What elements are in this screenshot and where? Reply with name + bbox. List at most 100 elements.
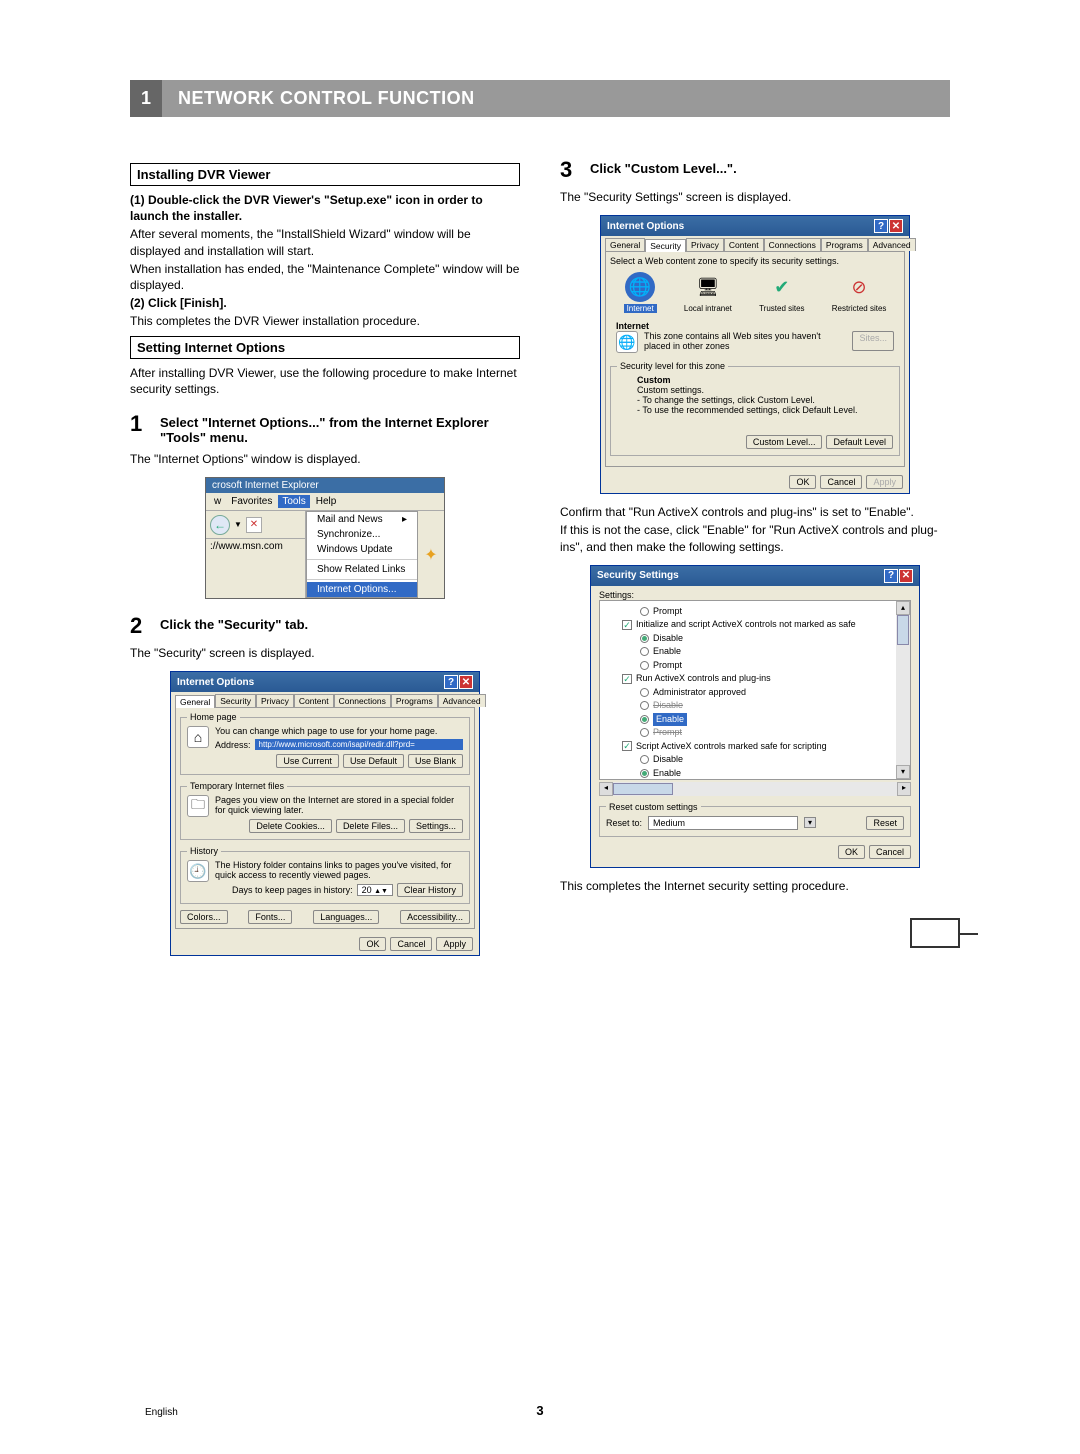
chapter-number: 1 (130, 80, 162, 117)
days-spinner[interactable]: 20 ▲▼ (357, 884, 393, 896)
zone-trusted[interactable]: ✔ Trusted sites (759, 272, 805, 313)
field-desc: The History folder contains links to pag… (215, 860, 463, 880)
languages-button[interactable]: Languages... (313, 910, 379, 924)
step-number: 1 (130, 411, 150, 445)
body-text: The "Internet Options" window is display… (130, 451, 520, 467)
fieldset-legend: History (187, 846, 221, 856)
clear-history-button[interactable]: Clear History (397, 883, 463, 897)
tabs: General Security Privacy Content Connect… (171, 692, 479, 707)
use-default-button[interactable]: Use Default (343, 754, 404, 768)
body-text: If this is not the case, click "Enable" … (560, 522, 950, 554)
cancel-button[interactable]: Cancel (869, 845, 911, 859)
tab-privacy[interactable]: Privacy (256, 694, 294, 707)
apply-button[interactable]: Apply (436, 937, 473, 951)
tab-general[interactable]: General (175, 695, 215, 708)
colors-button[interactable]: Colors... (180, 910, 228, 924)
subsection-title: Setting Internet Options (130, 336, 520, 359)
stop-icon[interactable]: ✕ (246, 517, 262, 533)
menu-item-internet-options[interactable]: Internet Options... (307, 582, 417, 597)
custom-line: - To use the recommended settings, click… (637, 405, 893, 415)
tab-advanced[interactable]: Advanced (438, 694, 486, 707)
tab-general[interactable]: General (605, 238, 645, 251)
menu-item[interactable]: w (210, 495, 225, 508)
check-icon: ✔ (767, 272, 797, 302)
right-column: 3 Click "Custom Level...". The "Security… (560, 157, 950, 966)
menu-item[interactable]: Favorites (227, 495, 276, 508)
step-heading: Click the "Security" tab. (160, 613, 520, 639)
use-blank-button[interactable]: Use Blank (408, 754, 463, 768)
step-number: 3 (560, 157, 580, 183)
settings-label: Settings: (599, 590, 911, 600)
delete-cookies-button[interactable]: Delete Cookies... (249, 819, 332, 833)
tab-security[interactable]: Security (215, 694, 256, 707)
address-input[interactable]: http://www.microsoft.com/isapi/redir.dll… (255, 739, 463, 750)
close-icon[interactable]: ✕ (889, 219, 903, 233)
ok-button[interactable]: OK (789, 475, 816, 489)
use-current-button[interactable]: Use Current (276, 754, 339, 768)
internet-options-general-dialog: Internet Options ?✕ General Security Pri… (170, 671, 480, 956)
menu-item[interactable]: Show Related Links (307, 562, 417, 577)
reset-button[interactable]: Reset (866, 816, 904, 830)
step-heading: Select "Internet Options..." from the In… (160, 411, 520, 445)
default-level-button[interactable]: Default Level (826, 435, 893, 449)
body-text: When installation has ended, the "Mainte… (130, 261, 520, 293)
body-text: After installing DVR Viewer, use the fol… (130, 365, 520, 397)
tab-advanced[interactable]: Advanced (868, 238, 916, 251)
menu-item[interactable]: Help (312, 495, 341, 508)
body-text: This completes the Internet security set… (560, 878, 950, 894)
close-icon[interactable]: ✕ (899, 569, 913, 583)
back-icon[interactable]: ← (210, 515, 230, 535)
reset-select[interactable]: Medium (648, 816, 798, 830)
fieldset-legend: Temporary Internet files (187, 781, 287, 791)
chapter-title: NETWORK CONTROL FUNCTION (162, 80, 950, 117)
ok-button[interactable]: OK (359, 937, 386, 951)
vertical-scrollbar[interactable]: ▴ ▾ (896, 601, 910, 779)
dialog-title: Internet Options (177, 677, 254, 688)
close-icon[interactable]: ✕ (459, 675, 473, 689)
folder-icon: 🗀 (187, 795, 209, 817)
ok-button[interactable]: OK (838, 845, 865, 859)
tab-connections[interactable]: Connections (764, 238, 821, 251)
ie-logo-icon: ✦ (418, 511, 444, 598)
tab-programs[interactable]: Programs (821, 238, 868, 251)
tab-content[interactable]: Content (294, 694, 334, 707)
field-desc: You can change which page to use for you… (215, 726, 463, 736)
chevron-down-icon[interactable]: ▾ (804, 817, 816, 828)
menu-item[interactable]: Windows Update (307, 542, 417, 557)
tab-connections[interactable]: Connections (334, 694, 391, 707)
zone-restricted[interactable]: ⊘ Restricted sites (832, 272, 887, 313)
help-icon[interactable]: ? (874, 219, 888, 233)
apply-button[interactable]: Apply (866, 475, 903, 489)
tab-privacy[interactable]: Privacy (686, 238, 724, 251)
cancel-button[interactable]: Cancel (820, 475, 862, 489)
step-text: (1) Double-click the DVR Viewer's "Setup… (130, 192, 520, 224)
cancel-button[interactable]: Cancel (390, 937, 432, 951)
accessibility-button[interactable]: Accessibility... (400, 910, 470, 924)
body-text: After several moments, the "InstallShiel… (130, 226, 520, 258)
fieldset-legend: Home page (187, 712, 240, 722)
custom-label: Custom (637, 375, 893, 385)
custom-level-button[interactable]: Custom Level... (746, 435, 823, 449)
tab-content[interactable]: Content (724, 238, 764, 251)
help-icon[interactable]: ? (884, 569, 898, 583)
delete-files-button[interactable]: Delete Files... (336, 819, 405, 833)
step-heading: Click "Custom Level...". (590, 157, 950, 183)
menu-item[interactable]: Mail and News (317, 514, 383, 525)
select-zone-text: Select a Web content zone to specify its… (610, 256, 900, 266)
settings-tree[interactable]: Prompt ✓Initialize and script ActiveX co… (599, 600, 911, 780)
body-text: Confirm that "Run ActiveX controls and p… (560, 504, 950, 520)
zone-internet[interactable]: 🌐 Internet (624, 272, 657, 313)
settings-button[interactable]: Settings... (409, 819, 463, 833)
menu-item[interactable]: Synchronize... (307, 527, 417, 542)
tab-security[interactable]: Security (645, 239, 686, 252)
tab-programs[interactable]: Programs (391, 694, 438, 707)
fonts-button[interactable]: Fonts... (248, 910, 292, 924)
menubar: w Favorites Tools Help (206, 493, 444, 511)
horizontal-scrollbar[interactable]: ◂ ▸ (599, 782, 911, 796)
menu-item-tools[interactable]: Tools (278, 495, 309, 508)
sites-button[interactable]: Sites... (852, 331, 894, 351)
zone-local-intranet[interactable]: 🖥 Local intranet (684, 272, 732, 313)
help-icon[interactable]: ? (444, 675, 458, 689)
body-text: The "Security Settings" screen is displa… (560, 189, 950, 205)
step-number: 2 (130, 613, 150, 639)
